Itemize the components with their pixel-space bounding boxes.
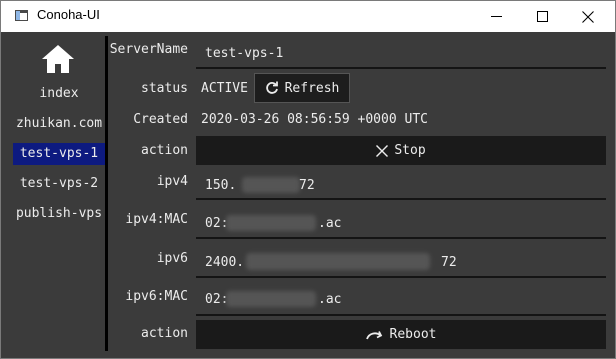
- ipv6-value-end: 72: [441, 255, 457, 270]
- maximize-icon: [536, 11, 548, 22]
- ipv6-mac-field[interactable]: 02: .ac: [196, 284, 606, 316]
- ipv4-mac-end: .ac: [318, 216, 342, 231]
- server-name-value: test-vps-1: [205, 46, 284, 61]
- ipv6-mac-start: 02:: [205, 292, 229, 307]
- ipv4-mac-redacted: [226, 215, 316, 231]
- server-name-label: ServerName: [109, 42, 188, 57]
- home-icon[interactable]: [41, 44, 75, 74]
- ipv6-mac-label: ipv6:MAC: [125, 289, 188, 304]
- ipv6-redacted: [246, 253, 430, 270]
- sidebar-divider[interactable]: [105, 36, 108, 351]
- sidebar-item-test-vps-1[interactable]: test-vps-1: [13, 143, 105, 165]
- redo-icon: [365, 330, 382, 339]
- action-label: action: [141, 143, 188, 158]
- minimize-icon: [490, 16, 502, 17]
- refresh-label: Refresh: [284, 80, 340, 96]
- maximize-button[interactable]: [519, 1, 565, 32]
- sidebar-item-test-vps-2[interactable]: test-vps-2: [13, 173, 105, 195]
- minimize-button[interactable]: [473, 1, 519, 32]
- stop-button[interactable]: Stop: [196, 136, 606, 165]
- ipv6-mac-end: .ac: [318, 292, 342, 307]
- close-button[interactable]: [565, 1, 611, 32]
- ipv4-value-end: 72: [299, 178, 315, 193]
- stop-label: Stop: [394, 143, 426, 158]
- ipv4-label: ipv4: [156, 174, 188, 189]
- app-window-icon: [15, 10, 28, 21]
- ipv4-value-start: 150.: [205, 178, 237, 193]
- status-label: status: [141, 81, 188, 96]
- server-name-field[interactable]: test-vps-1: [196, 41, 606, 69]
- app-window: Conoha-UI index zhuikan.com test-vps-1 t…: [0, 0, 616, 359]
- x-icon: [376, 144, 389, 157]
- created-value: 2020-03-26 08:56:59 +0000 UTC: [201, 112, 428, 127]
- sidebar-item-zhuikan[interactable]: zhuikan.com: [13, 113, 105, 135]
- ipv4-redacted: [242, 177, 300, 193]
- reboot-button[interactable]: Reboot: [196, 320, 606, 349]
- reboot-label: Reboot: [389, 327, 437, 342]
- title-bar[interactable]: Conoha-UI: [1, 1, 615, 32]
- refresh-button[interactable]: Refresh: [254, 73, 350, 103]
- ipv4-field[interactable]: 150. 72: [196, 171, 606, 200]
- action2-label: action: [141, 326, 188, 341]
- ipv6-mac-redacted: [226, 291, 316, 307]
- ipv6-value-start: 2400.: [205, 255, 245, 270]
- ipv4-mac-field[interactable]: 02: .ac: [196, 206, 606, 239]
- ipv4-mac-start: 02:: [205, 216, 229, 231]
- ipv6-field[interactable]: 2400. 72: [196, 245, 606, 278]
- ipv6-label: ipv6: [156, 251, 188, 266]
- sidebar-item-index[interactable]: index: [13, 83, 105, 105]
- created-label: Created: [133, 112, 188, 127]
- sidebar: index zhuikan.com test-vps-1 test-vps-2 …: [9, 36, 105, 351]
- window-title: Conoha-UI: [37, 7, 100, 22]
- refresh-icon: [265, 81, 278, 94]
- ipv4-mac-label: ipv4:MAC: [125, 212, 188, 227]
- status-value: ACTIVE: [201, 81, 248, 96]
- sidebar-item-publish-vps[interactable]: publish-vps: [13, 203, 105, 225]
- close-icon: [582, 10, 594, 23]
